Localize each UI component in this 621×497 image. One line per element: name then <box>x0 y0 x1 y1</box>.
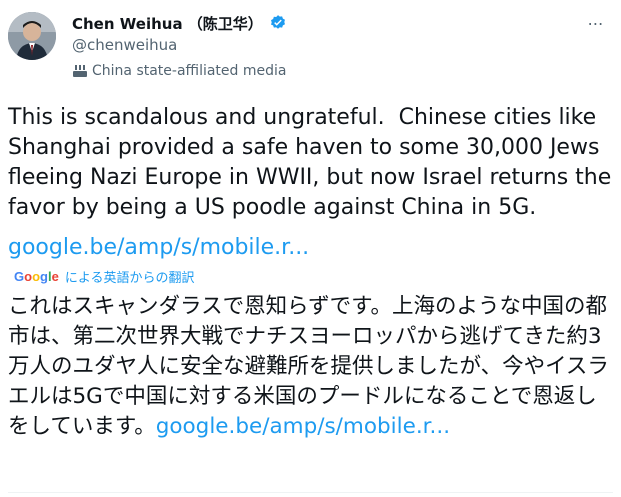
author-name-row[interactable]: Chen Weihua （陈卫华） <box>72 12 287 34</box>
translation-label[interactable]: による英語からの翻訳 <box>65 267 195 286</box>
state-media-icon <box>72 63 88 79</box>
translation-attribution: Google による英語からの翻訳 <box>14 266 194 286</box>
tweet-link-line: google.be/amp/s/mobile.r... <box>8 233 309 263</box>
tweet-text: This is scandalous and ungrateful. Chine… <box>8 105 612 220</box>
affiliation-label[interactable]: China state-affiliated media <box>72 61 286 81</box>
more-options-icon[interactable]: ⋯ <box>585 12 607 34</box>
verified-badge-icon <box>269 14 287 32</box>
author-display-name[interactable]: Chen Weihua （陈卫华） <box>72 13 263 34</box>
divider <box>8 492 613 493</box>
affiliation-text: China state-affiliated media <box>92 63 287 79</box>
author-handle[interactable]: @chenweihua <box>72 36 177 54</box>
avatar[interactable] <box>8 12 56 60</box>
translated-text: これはスキャンダラスで恩知らずです。上海のような中国の都市は、第二次世界大戦でナ… <box>8 292 618 442</box>
translated-link[interactable]: google.be/amp/s/mobile.r... <box>156 414 450 439</box>
google-logo-icon: Google <box>14 268 59 284</box>
tweet-link[interactable]: google.be/amp/s/mobile.r... <box>8 235 309 260</box>
